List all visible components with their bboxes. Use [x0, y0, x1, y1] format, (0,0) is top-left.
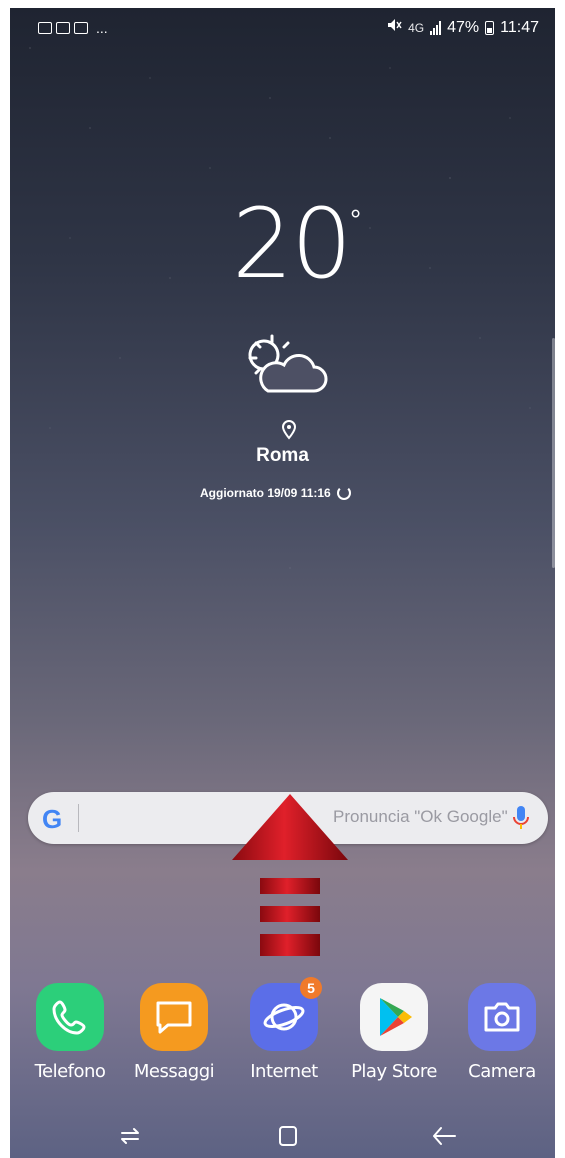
search-divider: [78, 804, 79, 832]
temperature: 20: [232, 188, 352, 300]
google-logo: G: [42, 804, 63, 834]
notification-icons: ...: [38, 20, 108, 36]
app-label: Play Store: [351, 1061, 437, 1082]
edge-panel-handle[interactable]: [552, 338, 555, 568]
messages-icon: [140, 983, 208, 1051]
microphone-icon[interactable]: [512, 804, 530, 832]
swipe-up-arrow-icon: [232, 794, 348, 956]
location-icon: [281, 420, 297, 440]
back-icon: [433, 1127, 456, 1145]
battery-percent: 47%: [447, 18, 480, 36]
app-internet[interactable]: 5 Internet: [236, 977, 332, 1082]
status-bar[interactable]: ... 4G 47% 11:47: [10, 8, 555, 50]
signal-icon: [430, 20, 442, 35]
partly-cloudy-night-icon: [248, 334, 328, 393]
mute-icon: [386, 18, 402, 37]
mail-icon: [56, 22, 70, 34]
internet-icon: 5: [250, 977, 322, 1051]
recent-apps-button[interactable]: [110, 1118, 150, 1154]
search-placeholder: Pronuncia "Ok Google": [333, 807, 508, 826]
app-label: Internet: [250, 1061, 318, 1082]
degree-symbol: °: [350, 204, 362, 235]
notification-badge: 5: [300, 977, 322, 999]
navigation-bar: [10, 1112, 555, 1158]
city-name: Roma: [256, 445, 309, 466]
app-messaggi[interactable]: Messaggi: [126, 983, 222, 1082]
app-camera[interactable]: Camera: [454, 983, 550, 1082]
app-dock: Telefono Messaggi 5 Internet Play Store …: [10, 977, 555, 1113]
play-store-icon: [360, 983, 428, 1051]
app-label: Messaggi: [133, 1061, 215, 1082]
clock: 11:47: [500, 18, 539, 36]
back-button[interactable]: [424, 1118, 464, 1154]
battery-icon: [485, 20, 495, 35]
gallery-icon: [38, 22, 52, 34]
home-button[interactable]: [268, 1118, 308, 1154]
camera-icon: [468, 983, 536, 1051]
recent-apps-icon: [121, 1128, 139, 1144]
more-notifications: ...: [96, 20, 108, 36]
app-label: Camera: [468, 1061, 536, 1082]
app-label: Telefono: [34, 1061, 106, 1082]
home-icon: [279, 1126, 297, 1146]
updated-label: Aggiornato 19/09 11:16: [200, 486, 331, 500]
refresh-icon[interactable]: [336, 486, 351, 500]
app-telefono[interactable]: Telefono: [22, 983, 118, 1082]
message-icon: [74, 22, 88, 34]
system-icons: 4G 47% 11:47: [386, 18, 539, 37]
updated-time[interactable]: Aggiornato 19/09 11:16: [200, 486, 351, 500]
phone-icon: [36, 983, 104, 1051]
app-play-store[interactable]: Play Store: [346, 983, 442, 1082]
home-screen: ... 4G 47% 11:47 20 ° Roma Aggiornato 19…: [10, 8, 555, 1158]
network-type: 4G: [408, 20, 425, 35]
